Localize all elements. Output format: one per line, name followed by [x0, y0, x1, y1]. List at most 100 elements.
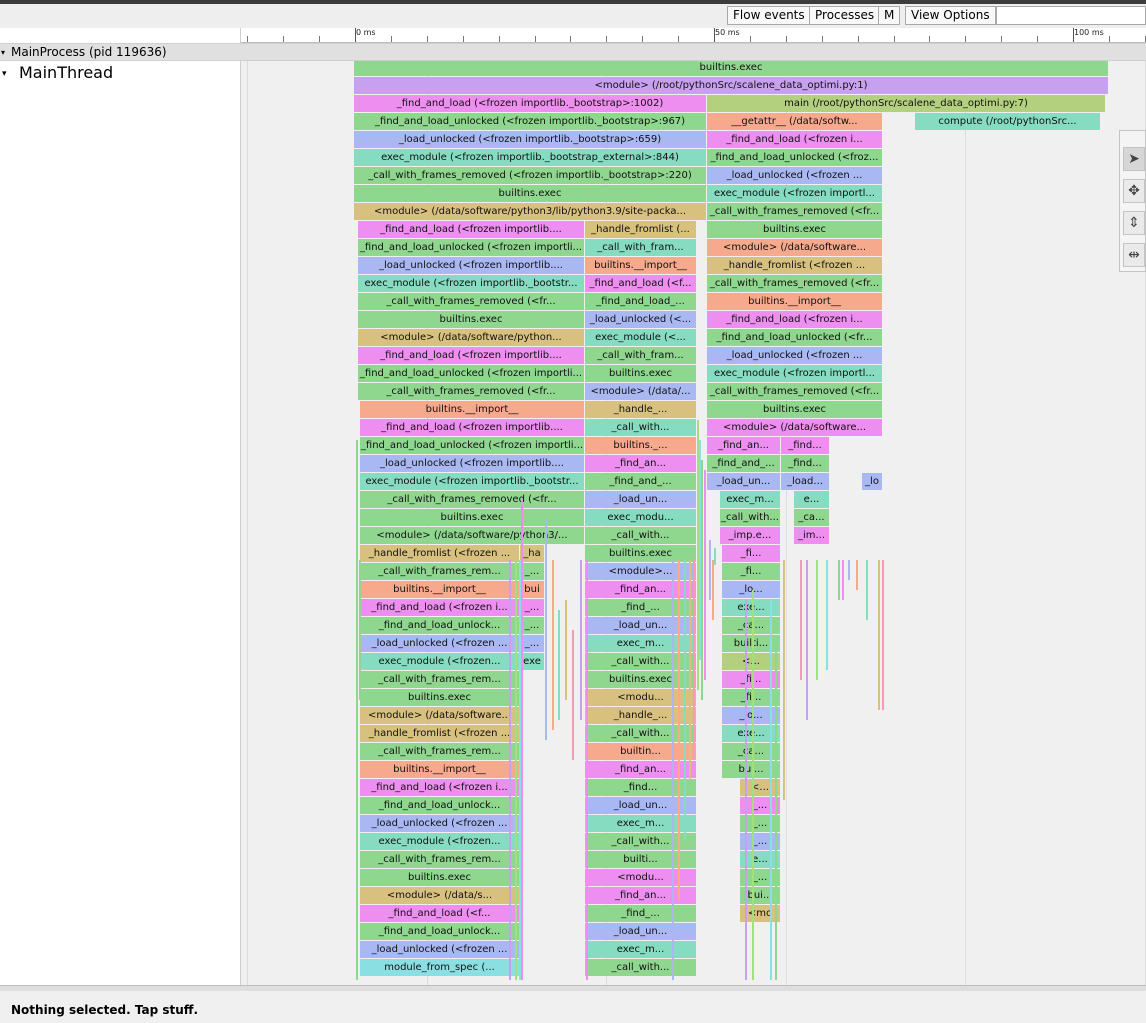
flame-slice[interactable]: _... — [520, 563, 544, 580]
flame-slice[interactable]: builtins.exec — [585, 365, 696, 382]
flame-slice[interactable]: _load_unlocked (<frozen ... — [360, 941, 519, 958]
thread-collapse-triangle-icon[interactable]: ▾ — [2, 69, 7, 79]
flame-slice[interactable]: module_from_spec (... — [360, 959, 519, 976]
flame-sliver[interactable] — [359, 560, 361, 700]
flame-slice[interactable]: __getattr__ (/data/softw... — [707, 113, 882, 130]
flame-slice[interactable]: _call_with_frames_removed (<fr... — [358, 293, 584, 310]
flame-slice[interactable]: _load_unlocked (<frozen importlib._boots… — [354, 131, 706, 148]
flame-sliver[interactable] — [882, 560, 884, 710]
flame-sliver[interactable] — [565, 600, 567, 700]
flame-slice[interactable]: _load_unlocked (<frozen ... — [707, 167, 882, 184]
flame-sliver[interactable] — [775, 640, 777, 980]
flame-slice[interactable]: _... — [520, 617, 544, 634]
flame-slice[interactable]: main (/root/pythonSrc/scalene_data_optim… — [707, 95, 1105, 112]
flame-slice[interactable]: _handle_fromlist (<frozen ... — [360, 545, 519, 562]
flame-slice[interactable]: builtins.exec — [354, 185, 706, 202]
flame-slice[interactable]: <module> (/data/software... — [707, 239, 882, 256]
flow-events-button[interactable]: Flow events — [727, 6, 811, 25]
flame-slice[interactable]: builtins._... — [585, 437, 696, 454]
flame-slice[interactable]: _find... — [781, 455, 829, 472]
flame-slice[interactable]: _call_with_fram... — [585, 239, 696, 256]
flame-sliver[interactable] — [519, 560, 521, 980]
flame-sliver[interactable] — [848, 560, 850, 580]
flame-slice[interactable]: <module> (/root/pythonSrc/scalene_data_o… — [354, 77, 1108, 94]
flame-slice[interactable]: _load_unlocked (<... — [585, 311, 696, 328]
flame-slice[interactable]: _load_unlocked (<frozen ... — [360, 635, 519, 652]
flame-sliver[interactable] — [552, 560, 554, 730]
flame-slice[interactable]: builtins.__import__ — [585, 257, 696, 274]
flame-slice[interactable]: _handle_fromlist (<frozen ... — [360, 725, 519, 742]
flame-slice[interactable]: _find_and_load (<frozen importlib.... — [358, 347, 584, 364]
flame-slice[interactable]: builtins.exec — [360, 509, 584, 526]
flame-slice[interactable]: compute (/root/pythonSrc... — [915, 113, 1100, 130]
flame-sliver[interactable] — [558, 610, 560, 720]
flame-slice[interactable]: exec_module (<frozen importlib._bootstra… — [354, 149, 706, 166]
flame-slice[interactable]: _find... — [781, 437, 829, 454]
flame-slice[interactable]: _call_with_frames_rem... — [360, 671, 519, 688]
flame-sliver[interactable] — [783, 560, 785, 800]
flame-slice[interactable]: _call_with... — [720, 509, 780, 526]
flame-chart-track[interactable]: builtins.exec <module> (/root/pythonSrc/s… — [241, 61, 1146, 985]
flame-slice[interactable]: _handle_fromlist (<frozen ... — [707, 257, 882, 274]
flame-slice[interactable]: _find_and_load_unlocked (<froz... — [707, 149, 882, 166]
metadata-button[interactable]: M — [878, 6, 901, 25]
flame-slice[interactable]: <module> (/data/software/python... — [358, 329, 584, 346]
flame-slice[interactable]: _load_unlocked (<frozen importlib.... — [360, 455, 584, 472]
flame-slice[interactable]: <module> (/data/software/python3/... — [360, 527, 584, 544]
flame-slice[interactable]: _find_and_load (<frozen importlib.... — [358, 221, 584, 238]
flame-slice[interactable]: builtins.__import__ — [707, 293, 882, 310]
flame-slice[interactable]: _find_and_... — [707, 455, 780, 472]
flame-slice[interactable]: _imp.e... — [720, 527, 780, 544]
flame-slice[interactable]: _call_with_fram... — [585, 347, 696, 364]
flame-slice[interactable]: _call_with_frames_rem... — [360, 563, 519, 580]
flame-sliver[interactable] — [806, 560, 808, 720]
flame-sliver[interactable] — [509, 560, 511, 980]
flame-sliver[interactable] — [586, 560, 588, 980]
flame-slice[interactable]: _find_and_load (<f... — [585, 275, 696, 292]
flame-slice[interactable]: _im... — [794, 527, 829, 544]
flame-slice[interactable]: _find_and_load_... — [585, 293, 696, 310]
flame-sliver[interactable] — [856, 560, 858, 590]
flame-slice[interactable]: _ha — [520, 545, 544, 562]
flame-slice[interactable]: builtins.exec — [707, 401, 882, 418]
flame-slice[interactable]: _call_with... — [585, 527, 696, 544]
flame-slice[interactable]: builtins.__import__ — [360, 761, 519, 778]
flame-sliver[interactable] — [826, 560, 828, 670]
flame-slice[interactable]: _call_with_frames_removed (<fr... — [707, 275, 882, 292]
flame-slice[interactable]: _ca... — [794, 509, 829, 526]
flame-slice[interactable]: _load_unlocked (<frozen ... — [360, 815, 519, 832]
flame-slice[interactable]: _find_and_load (<f... — [360, 905, 519, 922]
flame-slice[interactable]: _find_and_load_unlock... — [360, 797, 519, 814]
flame-slice[interactable]: _call_with_frames_rem... — [360, 743, 519, 760]
flame-sliver[interactable] — [714, 548, 716, 565]
flame-slice[interactable]: builtins.__import__ — [360, 401, 584, 418]
flame-slice[interactable]: _find_and_load_unlocked (<frozen importl… — [360, 437, 584, 454]
flame-slice[interactable]: exec_module (<frozen... — [360, 833, 519, 850]
flame-sliver[interactable] — [580, 560, 582, 720]
flame-slice[interactable]: _find_and_load (<frozen i... — [707, 131, 882, 148]
flame-sliver[interactable] — [816, 560, 818, 680]
flame-slice[interactable]: exec_module (<... — [585, 329, 696, 346]
flame-slice[interactable]: exec_module (<frozen... — [360, 653, 519, 670]
flame-slice[interactable]: _find_... — [585, 905, 696, 922]
flame-slice[interactable]: bui — [520, 581, 544, 598]
flame-slice[interactable]: builtins.exec — [358, 311, 584, 328]
flame-sliver[interactable] — [866, 560, 868, 620]
flame-slice[interactable]: _... — [520, 635, 544, 652]
flame-slice[interactable]: _load_un... — [585, 491, 696, 508]
flame-slice[interactable]: e... — [794, 491, 829, 508]
flame-slice[interactable]: exe — [520, 653, 544, 670]
flame-slice[interactable]: _call_with_frames_removed (<frozen impor… — [354, 167, 706, 184]
flame-slice[interactable]: builtins.exec — [360, 869, 519, 886]
flame-slice[interactable]: builtins.__import__ — [360, 581, 519, 598]
flame-slice[interactable]: _find_and_load (<frozen importlib.... — [360, 419, 584, 436]
flame-sliver[interactable] — [878, 560, 880, 710]
flame-slice[interactable]: <module> (/data/software... — [360, 707, 519, 724]
flame-slice[interactable]: _find_and_load_unlock... — [360, 617, 519, 634]
flame-slice[interactable]: _handle_... — [585, 401, 696, 418]
flame-slice[interactable]: exec_modu... — [585, 509, 696, 526]
flame-slice[interactable]: _find_and_... — [585, 473, 696, 490]
flame-slice[interactable]: _find_and_load (<frozen importlib._boots… — [354, 95, 706, 112]
flame-slice[interactable]: exec_module (<frozen importlib._bootstr.… — [360, 473, 584, 490]
processes-button[interactable]: Processes — [809, 6, 881, 25]
